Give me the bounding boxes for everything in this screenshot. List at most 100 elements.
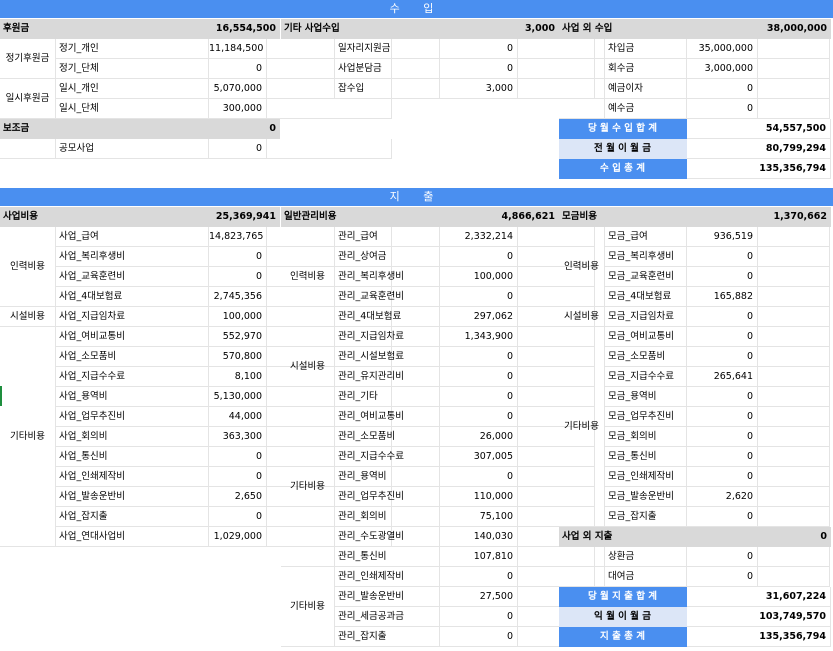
business-expense-item-name: 사업_여비교통비 bbox=[56, 327, 209, 347]
admin-expense-item-name: 관리_복리후생비 bbox=[335, 267, 440, 287]
fund-expense-item-empty bbox=[758, 447, 830, 467]
fund-expense-item-value: 265,641 bbox=[687, 367, 758, 387]
fund-expense-item-value: 0 bbox=[687, 247, 758, 267]
sponsorship-group-label: 일시후원금 bbox=[0, 79, 56, 119]
fund-expense-item-value: 0 bbox=[687, 407, 758, 427]
non-business-income-item-value: 35,000,000 bbox=[687, 39, 758, 59]
admin-expense-item-name: 관리_소모품비 bbox=[335, 427, 440, 447]
other-income-header-title: 기타 사업수입 bbox=[281, 19, 469, 39]
sponsorship-header-title: 후원금 bbox=[0, 19, 190, 39]
fund-expense-item-name: 모금_급여 bbox=[605, 227, 687, 247]
other-income-group-empty bbox=[281, 39, 335, 59]
fund-expense-header-title: 모금비용 bbox=[559, 207, 741, 227]
fund-expense-item-empty bbox=[758, 407, 830, 427]
non-business-expense-item-value: 0 bbox=[687, 567, 758, 587]
business-expense-item-name: 사업_연대사업비 bbox=[56, 527, 209, 547]
admin-expense-item-value: 0 bbox=[440, 247, 518, 267]
fund-expense-item-empty bbox=[758, 427, 830, 447]
admin-expense-item-name: 관리_회의비 bbox=[335, 507, 440, 527]
non-business-income-item-name: 예금이자 bbox=[605, 79, 687, 99]
income-summary-value: 135,356,794 bbox=[687, 159, 831, 179]
business-expense-group-label: 기타비용 bbox=[0, 327, 56, 547]
non-business-income-item-empty bbox=[758, 39, 830, 59]
admin-expense-item-name: 관리_잡지출 bbox=[335, 627, 440, 647]
admin-expense-item-name: 관리_업무추진비 bbox=[335, 487, 440, 507]
admin-expense-item-value: 0 bbox=[440, 367, 518, 387]
sponsorship-item-name: 정기_개인 bbox=[56, 39, 209, 59]
sponsorship-header-total: 16,554,500 bbox=[190, 19, 280, 39]
expense-summary-value: 31,607,224 bbox=[687, 587, 831, 607]
admin-expense-item-name: 관리_기타 bbox=[335, 387, 440, 407]
business-expense-item-name: 사업_인쇄제작비 bbox=[56, 467, 209, 487]
non-business-income-group-empty bbox=[559, 79, 605, 99]
admin-expense-item-value: 297,062 bbox=[440, 307, 518, 327]
admin-expense-item-name: 관리_인쇄제작비 bbox=[335, 567, 440, 587]
business-expense-item-value: 570,800 bbox=[209, 347, 267, 367]
admin-expense-item-value: 107,810 bbox=[440, 547, 518, 567]
admin-expense-item-value: 75,100 bbox=[440, 507, 518, 527]
expense-summary-value: 135,356,794 bbox=[687, 627, 831, 647]
business-expense-item-name: 사업_4대보험료 bbox=[56, 287, 209, 307]
other-income-item-value: 0 bbox=[440, 59, 518, 79]
business-expense-header-total: 25,369,941 bbox=[190, 207, 280, 227]
fund-expense-item-name: 모금_인쇄제작비 bbox=[605, 467, 687, 487]
admin-expense-item-value: 2,332,214 bbox=[440, 227, 518, 247]
business-expense-item-value: 8,100 bbox=[209, 367, 267, 387]
admin-expense-item-name: 관리_여비교통비 bbox=[335, 407, 440, 427]
business-expense-item-name: 사업_복리후생비 bbox=[56, 247, 209, 267]
admin-expense-item-name: 관리_용역비 bbox=[335, 467, 440, 487]
fund-expense-item-name: 모금_여비교통비 bbox=[605, 327, 687, 347]
fund-expense-group-label: 인력비용 bbox=[559, 227, 605, 307]
subsidy-header-total: 0 bbox=[190, 119, 280, 139]
admin-expense-group-label: 기타비용 bbox=[281, 567, 335, 647]
expense-summary-label: 당 월 지 출 합 계 bbox=[559, 587, 687, 607]
admin-expense-item-value: 110,000 bbox=[440, 487, 518, 507]
income-summary-label: 전 월 이 월 금 bbox=[559, 139, 687, 159]
admin-expense-item-value: 307,005 bbox=[440, 447, 518, 467]
fund-expense-item-empty bbox=[758, 227, 830, 247]
non-business-expense-item-empty bbox=[758, 567, 830, 587]
admin-expense-item-value: 0 bbox=[440, 347, 518, 367]
sponsorship-item-value: 11,184,500 bbox=[209, 39, 267, 59]
expense-summary-label: 지 출 총 계 bbox=[559, 627, 687, 647]
admin-expense-item-value: 0 bbox=[440, 627, 518, 647]
fund-expense-item-empty bbox=[758, 367, 830, 387]
business-expense-item-value: 100,000 bbox=[209, 307, 267, 327]
expense-summary-label: 익 월 이 월 금 bbox=[559, 607, 687, 627]
business-expense-item-name: 사업_회의비 bbox=[56, 427, 209, 447]
fund-expense-item-name: 모금_발송운반비 bbox=[605, 487, 687, 507]
non-business-expense-item-name: 상환금 bbox=[605, 547, 687, 567]
business-expense-group-label: 인력비용 bbox=[0, 227, 56, 307]
admin-expense-header-title: 일반관리비용 bbox=[281, 207, 469, 227]
business-expense-item-name: 사업_지급임차료 bbox=[56, 307, 209, 327]
fund-expense-item-empty bbox=[758, 347, 830, 367]
fund-expense-item-value: 0 bbox=[687, 467, 758, 487]
fund-expense-header-total: 1,370,662 bbox=[741, 207, 831, 227]
fund-expense-item-empty bbox=[758, 247, 830, 267]
business-expense-item-name: 사업_용역비 bbox=[56, 387, 209, 407]
admin-expense-item-name: 관리_4대보험료 bbox=[335, 307, 440, 327]
non-business-income-item-name: 회수금 bbox=[605, 59, 687, 79]
sponsorship-item-name: 정기_단체 bbox=[56, 59, 209, 79]
admin-expense-item-name: 관리_발송운반비 bbox=[335, 587, 440, 607]
fund-expense-item-empty bbox=[758, 287, 830, 307]
fund-expense-item-name: 모금_업무추진비 bbox=[605, 407, 687, 427]
other-income-item-value: 3,000 bbox=[440, 79, 518, 99]
ledger-sheet: 후원금 16,554,500 정기후원금 정기_개인 11,184,500 정기_단체 0 일… bbox=[0, 0, 833, 651]
other-income-group-empty bbox=[281, 79, 335, 99]
sponsorship-item-value: 0 bbox=[209, 59, 267, 79]
admin-expense-group-label: 시설비용 bbox=[281, 327, 335, 407]
admin-expense-item-value: 0 bbox=[440, 407, 518, 427]
fund-expense-item-value: 0 bbox=[687, 447, 758, 467]
sponsorship-item-name: 일시_개인 bbox=[56, 79, 209, 99]
business-expense-item-name: 사업_지급수수료 bbox=[56, 367, 209, 387]
subsidy-item-name: 공모사업 bbox=[56, 139, 209, 159]
non-business-income-item-name: 예수금 bbox=[605, 99, 687, 119]
admin-expense-item-value: 0 bbox=[440, 467, 518, 487]
non-business-income-header-title: 사업 외 수입 bbox=[559, 19, 741, 39]
sponsorship-item-name: 일시_단체 bbox=[56, 99, 209, 119]
fund-expense-item-empty bbox=[758, 487, 830, 507]
other-income-item-name: 잡수입 bbox=[335, 79, 440, 99]
fund-expense-item-value: 0 bbox=[687, 387, 758, 407]
fund-expense-item-name: 모금_지급수수료 bbox=[605, 367, 687, 387]
